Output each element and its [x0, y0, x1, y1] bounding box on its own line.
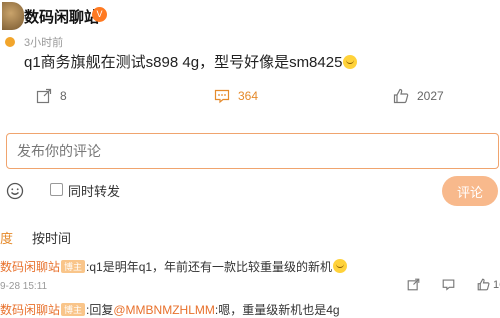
post-text-content: q1商务旗舰在测试s898 4g，型号好像是sm8425 [24, 54, 343, 71]
smile-emoji-icon [333, 259, 348, 273]
reply-prefix: :回复 [86, 303, 114, 317]
comment-box[interactable] [6, 133, 499, 169]
comment-like-button[interactable]: 162 [477, 278, 500, 291]
comment-like-count: 162 [493, 278, 500, 291]
comment-item: 数码闲聊站 博主:回复@MMBNMZHLMM:嗯，重量级新机也是4g [0, 301, 500, 318]
comment-count: 364 [238, 89, 259, 103]
comment-icon [214, 89, 230, 104]
repost-checkbox-label[interactable]: 同时转发 [68, 181, 120, 200]
repost-count: 8 [60, 89, 67, 103]
verified-badge-icon [4, 36, 16, 48]
author-tag: 博主 [61, 303, 86, 316]
avatar[interactable] [2, 2, 24, 30]
comment-button[interactable]: 364 [214, 88, 258, 104]
mention-link[interactable]: @MMBNMZHLMM [113, 303, 215, 317]
post-action-bar: 8 364 2027 [0, 84, 500, 112]
comment-text: :q1是明年q1，年前还有一款比较重量级的新机 [86, 260, 333, 274]
post-text: q1商务旗舰在测试s898 4g，型号好像是sm8425 [24, 51, 358, 72]
comment-text: :嗯，重量级新机也是4g [214, 303, 340, 317]
comment-time: 9-28 15:11 [0, 281, 48, 292]
comment-user[interactable]: 数码闲聊站 [0, 260, 60, 274]
sort-tab-time[interactable]: 按时间 [32, 228, 71, 247]
repost-button[interactable]: 8 [36, 88, 67, 104]
submit-comment-button[interactable]: 评论 [442, 176, 498, 206]
post-author[interactable]: 数码闲聊站 [24, 6, 99, 27]
post-time[interactable]: 3小时前 [24, 34, 63, 50]
vip-badge-icon: V [92, 7, 107, 22]
comment-item: 数码闲聊站 博主:q1是明年q1，年前还有一款比较重量级的新机 [0, 258, 500, 275]
author-tag: 博主 [61, 260, 86, 273]
thumbs-up-icon [393, 88, 409, 104]
smile-emoji-icon [343, 55, 358, 69]
like-button[interactable]: 2027 [393, 88, 444, 104]
repost-checkbox[interactable] [50, 183, 63, 196]
like-count: 2027 [417, 89, 444, 103]
comment-actions: 162 [407, 278, 500, 291]
comment-icon[interactable] [442, 278, 455, 291]
share-icon[interactable] [407, 278, 420, 291]
sort-tab-hot[interactable]: 度 [0, 228, 13, 247]
share-icon [36, 88, 52, 104]
comment-input[interactable] [17, 143, 488, 159]
emoji-picker-icon[interactable] [6, 182, 24, 200]
thumbs-up-icon [477, 278, 490, 291]
comment-user[interactable]: 数码闲聊站 [0, 303, 60, 317]
